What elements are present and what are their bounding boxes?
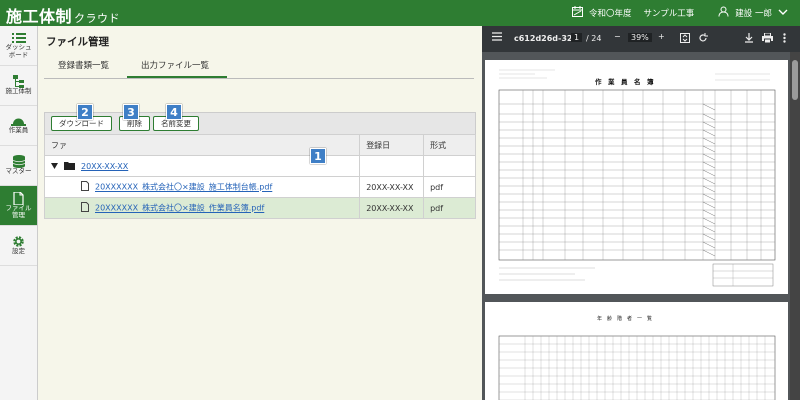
sidebar-item-workers[interactable]: 作業員 [0,106,37,146]
file-table: ファ 登録日 形式 20XX-XX-XX 20XXXXXX_株式会社〇×建設_施… [43,134,476,219]
user-icon [718,6,729,20]
tab-output-files[interactable]: 出力ファイル一覧 [127,56,228,78]
sidebar-item-structure[interactable]: 施工体制 [0,66,37,106]
table-row[interactable]: 20XXXXXX_株式会社〇×建設_施工体制台帳.pdf 20XX-XX-XX … [43,176,476,198]
sidebar-item-label: 管理 [12,211,25,219]
scrollbar-thumb[interactable] [792,60,798,100]
brand-name: 施工体制 [6,7,73,26]
callout-badge-3: 3 [123,104,139,120]
table-row-selected[interactable]: 20XXXXXX_株式会社〇×建設_作業員名簿.pdf 20XX-XX-XX p… [43,197,476,219]
menu-icon[interactable] [492,32,502,43]
sidebar-item-label: マスター [5,167,32,176]
age-list-sheet: 年 齢 階 者 一 覧 [498,315,776,400]
fit-page-icon[interactable] [680,33,690,45]
project-name[interactable]: サンプル工事 [644,7,695,19]
tab-bar: 登録書類一覧 出力ファイル一覧 [44,56,474,79]
sidebar-item-label: 施工体制 [5,87,32,96]
folder-icon [64,161,75,172]
file-management-panel: ファイル管理 登録書類一覧 出力ファイル一覧 ダウンロード 削除 名前変更 ファ… [38,26,482,400]
tab-registered-documents[interactable]: 登録書類一覧 [44,56,127,78]
sidebar-item-settings[interactable]: 設定 [0,226,37,266]
brand-sub: クラウド [74,12,121,25]
page-total: / 24 [586,34,602,43]
file-link[interactable]: 20XXXXXX_株式会社〇×建設_作業員名簿.pdf [95,204,264,213]
download-icon[interactable] [744,33,754,45]
file-toolbar: ダウンロード 削除 名前変更 [44,112,476,134]
table-header: ファ 登録日 形式 [43,134,476,156]
sheet-title: 年 齢 階 者 一 覧 [597,315,652,322]
rotate-icon[interactable] [698,33,708,45]
pdf-page-2: 年 齢 階 者 一 覧 [485,302,788,400]
folder-name[interactable]: 20XX-XX-XX [81,162,128,171]
pdf-toolbar: c612d26d-32... 1 / 24 − 39% + [482,26,800,52]
sidebar-item-master[interactable]: マスター [0,146,37,186]
caret-down-icon[interactable] [51,162,58,171]
sidebar-item-label: 設定 [12,247,25,256]
sidebar-item-files[interactable]: ファイル 管理 [0,186,37,226]
column-header-format[interactable]: 形式 [423,134,476,156]
calendar-icon [572,6,584,20]
table-row-folder[interactable]: 20XX-XX-XX [43,155,476,177]
callout-badge-4: 4 [166,104,182,120]
document-icon [81,181,89,193]
sidebar-item-label: ボード [8,50,29,59]
worker-roster-sheet: 作 業 員 名 簿 [498,69,776,287]
callout-badge-2: 2 [77,104,93,120]
file-format: pdf [423,176,476,198]
pdf-document-area[interactable]: 作 業 員 名 簿 年 齢 階 者 一 覧 [482,52,800,400]
fiscal-year[interactable]: 令和〇年度 [589,7,632,19]
zoom-level[interactable]: 39% [628,33,652,42]
file-date: 20XX-XX-XX [359,176,425,198]
file-format: pdf [423,197,476,219]
document-icon [81,202,89,214]
file-date: 20XX-XX-XX [359,197,425,219]
zoom-out-button[interactable]: − [614,32,621,41]
callout-badge-1: 1 [310,148,326,164]
app-header: 施工体制 クラウド 令和〇年度 サンプル工事 建設 一郎 [0,0,800,26]
pdf-page-1: 作 業 員 名 簿 [485,60,788,294]
page-number-input[interactable]: 1 [571,33,583,42]
print-icon[interactable] [762,32,773,45]
user-name[interactable]: 建設 一郎 [735,7,772,19]
sheet-title: 作 業 員 名 簿 [595,77,654,86]
zoom-in-button[interactable]: + [658,32,665,41]
column-header-date[interactable]: 登録日 [359,134,425,156]
sidebar: ダッシュ ボード 施工体制 作業員 マスター ファイル 管理 設定 [0,26,38,400]
sidebar-item-label: 作業員 [8,126,29,135]
sidebar-item-dashboard[interactable]: ダッシュ ボード [0,26,37,66]
file-link[interactable]: 20XXXXXX_株式会社〇×建設_施工体制台帳.pdf [95,183,272,192]
pdf-scrollbar[interactable] [790,52,800,400]
more-options-icon[interactable] [783,33,786,45]
pdf-viewer: c612d26d-32... 1 / 24 − 39% + 作 業 員 名 簿 [482,26,800,400]
chevron-down-icon[interactable] [778,8,788,19]
app-logo[interactable]: 施工体制 クラウド [6,3,120,27]
page-title: ファイル管理 [46,36,109,48]
file-icon [13,191,24,205]
